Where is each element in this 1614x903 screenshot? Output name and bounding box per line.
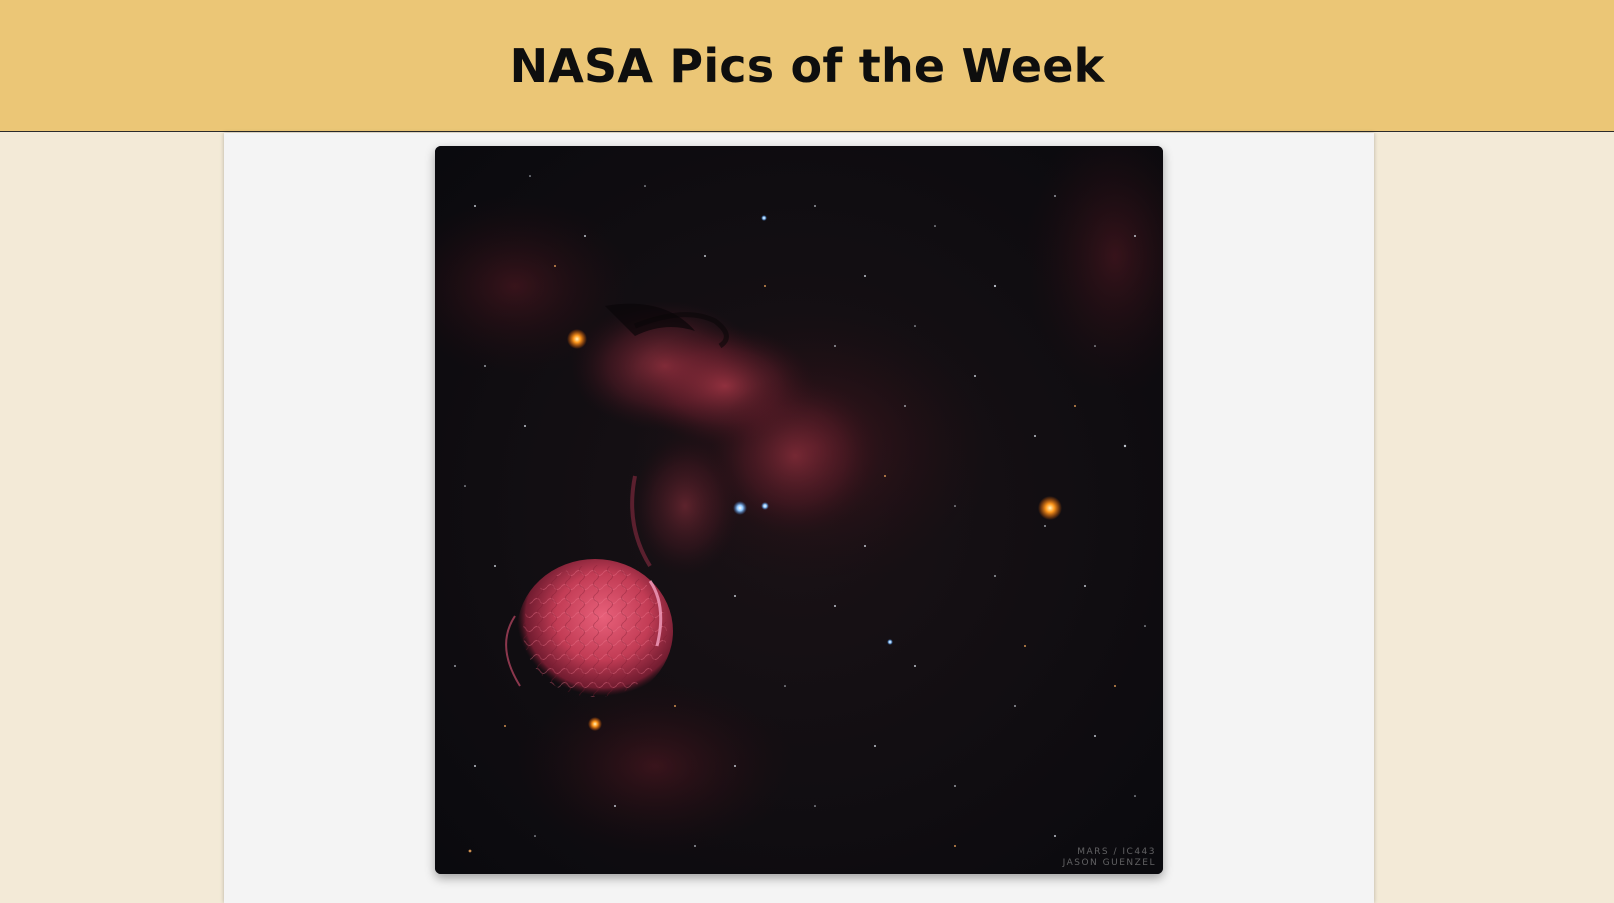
nebula-image bbox=[435, 146, 1163, 874]
page-title: NASA Pics of the Week bbox=[509, 38, 1105, 93]
site-header: NASA Pics of the Week bbox=[0, 0, 1614, 132]
nasa-photo[interactable]: MARS / IC443 JASON GUENZEL bbox=[435, 146, 1163, 874]
photo-watermark: MARS / IC443 JASON GUENZEL bbox=[1063, 847, 1156, 869]
watermark-line-2: JASON GUENZEL bbox=[1062, 858, 1156, 868]
content-panel: MARS / IC443 JASON GUENZEL bbox=[224, 133, 1374, 903]
watermark-line-1: MARS / IC443 bbox=[1077, 847, 1156, 857]
